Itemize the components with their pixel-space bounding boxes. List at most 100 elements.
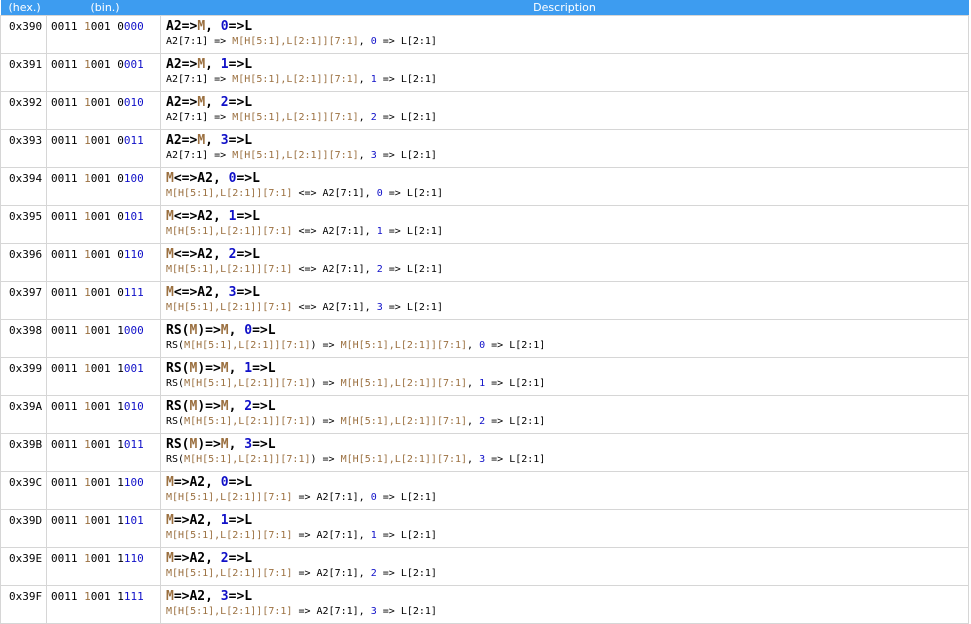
header-description[interactable]: Description [160,0,969,16]
detail-part: RS( [166,340,185,351]
mnemonic-part: , [228,437,245,452]
opcode-binary: 0011 1001 0010 [46,91,161,130]
binary-digits: 000 [123,20,144,33]
binary-digits: 0011 [51,438,85,451]
opcode-hex: 0x39C [0,471,47,510]
mnemonic-part: , [228,323,245,338]
instruction-mnemonic: M<=>A2, 3=>L [166,285,968,300]
mnemonic-part: =>L [228,19,253,34]
header-bin[interactable]: (bin.) [46,0,161,16]
detail-part: M[H[5:1],L[2:1]][7:1] [166,530,293,541]
mnemonic-part: 2 [220,95,229,110]
binary-digits: 01 1 [97,552,124,565]
opcode-binary: 0011 1001 1100 [46,471,161,510]
detail-part: <=> A2[7:1], [292,302,377,313]
mnemonic-part: 0 [220,475,229,490]
mnemonic-part: =>L [252,361,276,376]
mnemonic-part: M [197,57,206,72]
instruction-mnemonic: A2=>M, 2=>L [166,95,968,110]
opcode-hex: 0x392 [0,91,47,130]
instruction-detail: M[H[5:1],L[2:1]][7:1] <=> A2[7:1], 3 => … [166,301,968,314]
table-row[interactable]: 0x392 0011 1001 0010 A2=>M, 2=>L A2[7:1] =>… [0,91,969,130]
detail-part: M[H[5:1],L[2:1]][7:1] [166,492,293,503]
opcode-hex: 0x399 [0,357,47,396]
opcode-hex: 0x39E [0,547,47,586]
mnemonic-part: =>L [236,209,260,224]
table-row[interactable]: 0x397 0011 1001 0111 M<=>A2, 3=>L M[H[5:1],… [0,281,969,320]
mnemonic-part: 1 [220,513,229,528]
table-row[interactable]: 0x39C 0011 1001 1100 M=>A2, 0=>L M[H[5:1],L… [0,471,969,510]
binary-digits: 1 [84,58,91,71]
table-row[interactable]: 0x395 0011 1001 0101 M<=>A2, 1=>L M[H[5:1],… [0,205,969,244]
detail-part: <=> A2[7:1], [292,226,377,237]
detail-part: => L[2:1] [382,226,443,237]
detail-part: => A2[7:1], [292,568,371,579]
table-row[interactable]: 0x398 0011 1001 1000 RS(M)=>M, 0=>L RS(M[H[… [0,319,969,358]
binary-digits: 0011 [51,172,85,185]
table-row[interactable]: 0x39E 0011 1001 1110 M=>A2, 2=>L M[H[5:1],L… [0,547,969,586]
binary-digits: 0011 [51,134,85,147]
detail-part: , [358,150,371,161]
detail-part: A2[7:1] => [166,112,233,123]
binary-digits: 1 [84,400,91,413]
detail-part: , [358,36,371,47]
table-row[interactable]: 0x391 0011 1001 0001 A2=>M, 1=>L A2[7:1] =>… [0,53,969,92]
opcode-description: A2=>M, 1=>L A2[7:1] => M[H[5:1],L[2:1]][7… [160,53,969,92]
mnemonic-part: =>A2, [173,551,221,566]
mnemonic-part: , [205,19,221,34]
instruction-detail: M[H[5:1],L[2:1]][7:1] <=> A2[7:1], 2 => … [166,263,968,276]
mnemonic-part: =>L [236,171,260,186]
table-row[interactable]: 0x393 0011 1001 0011 A2=>M, 3=>L A2[7:1] =>… [0,129,969,168]
table-row[interactable]: 0x390 0011 1001 0000 A2=>M, 0=>L A2[7:1] =>… [0,15,969,54]
table-row[interactable]: 0x39D 0011 1001 1101 M=>A2, 1=>L M[H[5:1],L… [0,509,969,548]
detail-part: M[H[5:1],L[2:1]][7:1] [166,606,293,617]
mnemonic-part: =>L [228,513,253,528]
mnemonic-part: =>L [228,133,253,148]
binary-digits: 110 [123,552,144,565]
detail-part: M[H[5:1],L[2:1]][7:1] [232,36,359,47]
binary-digits: 0011 [51,286,85,299]
binary-digits: 0011 [51,96,85,109]
table-row[interactable]: 0x394 0011 1001 0100 M<=>A2, 0=>L M[H[5:1],… [0,167,969,206]
table-row[interactable]: 0x396 0011 1001 0110 M<=>A2, 2=>L M[H[5:1],… [0,243,969,282]
table-row[interactable]: 0x39A 0011 1001 1010 RS(M)=>M, 2=>L RS(M[H[… [0,395,969,434]
binary-digits: 0011 [51,552,85,565]
binary-digits: 01 0 [97,134,124,147]
detail-part: => A2[7:1], [292,492,371,503]
mnemonic-part: M [220,437,229,452]
opcode-hex: 0x39A [0,395,47,434]
table-header-row: (hex.) (bin.) Description [0,0,969,16]
mnemonic-part: 3 [220,133,229,148]
opcode-binary: 0011 1001 1010 [46,395,161,434]
detail-part: => L[2:1] [376,36,437,47]
detail-part: , [467,340,480,351]
mnemonic-part: =>L [228,95,253,110]
mnemonic-part: M [166,475,174,490]
mnemonic-part: =>A2, [173,589,221,604]
detail-part: M[H[5:1],L[2:1]][7:1] [340,378,468,389]
detail-part: ) => [310,416,341,427]
mnemonic-part: M [166,551,174,566]
table-row[interactable]: 0x39B 0011 1001 1011 RS(M)=>M, 3=>L RS(M[H[… [0,433,969,472]
binary-digits: 0011 [51,210,85,223]
binary-digits: 101 [123,210,144,223]
mnemonic-part: M [166,209,174,224]
binary-digits: 01 1 [97,514,124,527]
header-hex[interactable]: (hex.) [0,0,47,16]
binary-digits: 01 1 [97,324,124,337]
instruction-mnemonic: M<=>A2, 0=>L [166,171,968,186]
opcode-hex: 0x397 [0,281,47,320]
table-row[interactable]: 0x399 0011 1001 1001 RS(M)=>M, 1=>L RS(M[H[… [0,357,969,396]
instruction-mnemonic: RS(M)=>M, 0=>L [166,323,968,338]
binary-digits: 1 [84,438,91,451]
binary-digits: 1 [84,172,91,185]
opcode-description: RS(M)=>M, 1=>L RS(M[H[5:1],L[2:1]][7:1]) … [160,357,969,396]
detail-part: => L[2:1] [382,264,443,275]
binary-digits: 0011 [51,514,85,527]
instruction-mnemonic: A2=>M, 1=>L [166,57,968,72]
opcode-description: M=>A2, 2=>L M[H[5:1],L[2:1]][7:1] => A2[7… [160,547,969,586]
detail-part: => L[2:1] [376,530,437,541]
instruction-detail: RS(M[H[5:1],L[2:1]][7:1]) => M[H[5:1],L[… [166,377,968,390]
detail-part: M[H[5:1],L[2:1]][7:1] [232,74,359,85]
table-row[interactable]: 0x39F 0011 1001 1111 M=>A2, 3=>L M[H[5:1],L… [0,585,969,624]
